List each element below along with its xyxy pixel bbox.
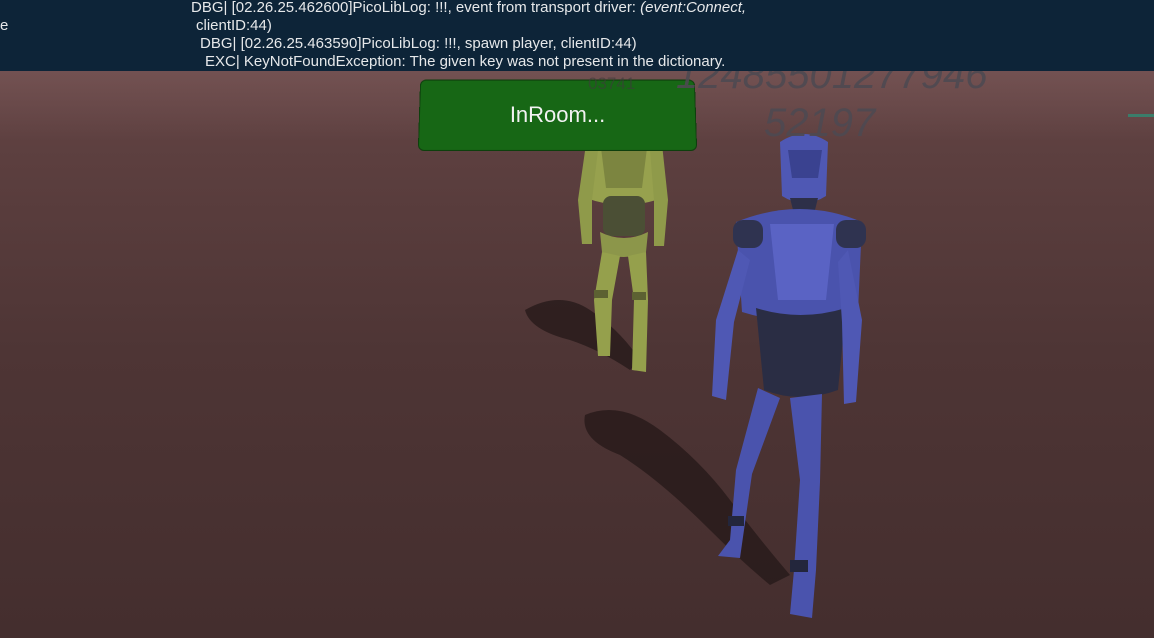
game-viewport: InRoom... 12485501277946 52197 03741 — [0, 0, 1154, 638]
log-line-2: clientID:44) — [196, 17, 272, 34]
log-line-3: DBG| [02.26.25.463590]PicoLibLog: !!!, s… — [200, 35, 637, 52]
world-axis-marker-icon — [1128, 114, 1154, 117]
remote-avatar-shadow — [525, 300, 640, 370]
player-id-line-2: 52197 — [764, 101, 876, 145]
log-line-4: EXC| KeyNotFoundException: The given key… — [205, 53, 726, 70]
log-line-1-text: DBG| [02.26.25.462600]PicoLibLog: !!!, e… — [191, 0, 641, 16]
log-edge-fragment: e — [0, 17, 9, 34]
local-player-avatar[interactable] — [712, 134, 866, 618]
debug-log-panel: e DBG| [02.26.25.462600]PicoLibLog: !!!,… — [0, 0, 1154, 71]
remote-player-id: 03741 — [588, 74, 636, 93]
log-line-1-italic: (event:Connect, — [640, 0, 747, 16]
log-line-1: DBG| [02.26.25.462600]PicoLibLog: !!!, e… — [191, 0, 746, 17]
room-status-label: InRoom... — [509, 102, 606, 127]
